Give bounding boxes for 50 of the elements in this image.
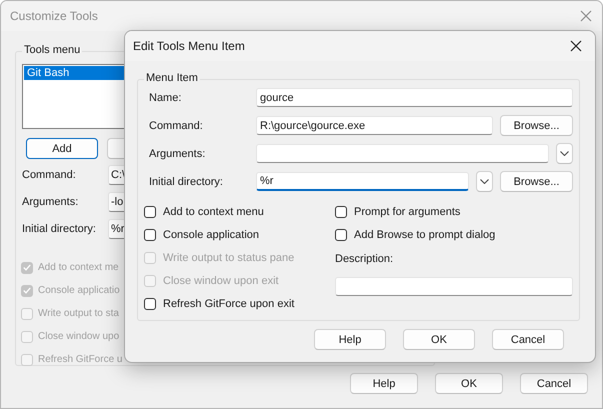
field-label: Initial directory: <box>149 176 224 188</box>
checkbox-label: Refresh GitForce u <box>38 354 122 365</box>
description-field[interactable] <box>335 277 573 296</box>
input-field[interactable]: R:\gource\gource.exe <box>256 116 493 135</box>
checkbox-label: Add Browse to prompt dialog <box>354 228 496 240</box>
dialog-button[interactable]: OK <box>403 329 475 350</box>
field-label: Description: <box>335 253 394 265</box>
group-title: Menu Item <box>144 72 200 84</box>
group-title: Tools menu <box>22 44 82 56</box>
checkbox-label: Prompt for arguments <box>354 206 460 218</box>
dropdown-button[interactable] <box>556 143 573 164</box>
checkbox[interactable] <box>144 206 156 218</box>
field-label: Arguments: <box>22 196 80 208</box>
checkbox-label: Console applicatio <box>38 285 120 296</box>
checkbox-label: Console application <box>163 228 260 240</box>
dialog-button[interactable]: Help <box>314 329 386 350</box>
field-label: Arguments: <box>149 148 206 160</box>
checkbox-label: Refresh GitForce upon exit <box>163 298 294 310</box>
field-label: Initial directory: <box>22 223 97 235</box>
add-button[interactable]: Add <box>26 138 98 159</box>
dropdown-button[interactable] <box>476 171 493 192</box>
dialog-button[interactable]: Cancel <box>520 373 588 394</box>
checkbox[interactable] <box>144 298 156 310</box>
chevron-down-icon <box>560 151 569 156</box>
list-button[interactable] <box>107 138 125 159</box>
checkbox-label: Write output to status pane <box>163 252 294 264</box>
checkbox[interactable] <box>335 206 347 218</box>
field-label: Command: <box>22 169 77 181</box>
checkbox-label: Add to context menu <box>163 206 264 218</box>
list-item[interactable]: Git Bash <box>24 66 126 80</box>
checkbox-label: Add to context me <box>38 262 119 273</box>
checkbox-label: Write output to sta <box>38 308 119 319</box>
input-field[interactable]: gource <box>256 88 573 107</box>
window-title: Customize Tools <box>10 9 98 23</box>
checkbox-label: Close window upo <box>38 331 120 342</box>
input-field[interactable]: %r <box>256 172 469 191</box>
checkbox[interactable] <box>144 228 156 240</box>
dialog-button[interactable]: OK <box>435 373 503 394</box>
browse-button[interactable]: Browse... <box>500 171 573 192</box>
dialog-button[interactable]: Cancel <box>492 329 564 350</box>
browse-button[interactable]: Browse... <box>500 115 573 136</box>
close-icon[interactable] <box>570 40 582 52</box>
checkbox[interactable] <box>335 228 347 240</box>
input-field[interactable] <box>256 144 549 163</box>
checkbox-label: Close window upon exit <box>163 274 279 286</box>
field-label: Name: <box>149 92 182 104</box>
dialog-button[interactable]: Help <box>350 373 418 394</box>
field-label: Command: <box>149 120 204 132</box>
dialog-title: Edit Tools Menu Item <box>133 39 245 53</box>
chevron-down-icon <box>480 179 489 184</box>
